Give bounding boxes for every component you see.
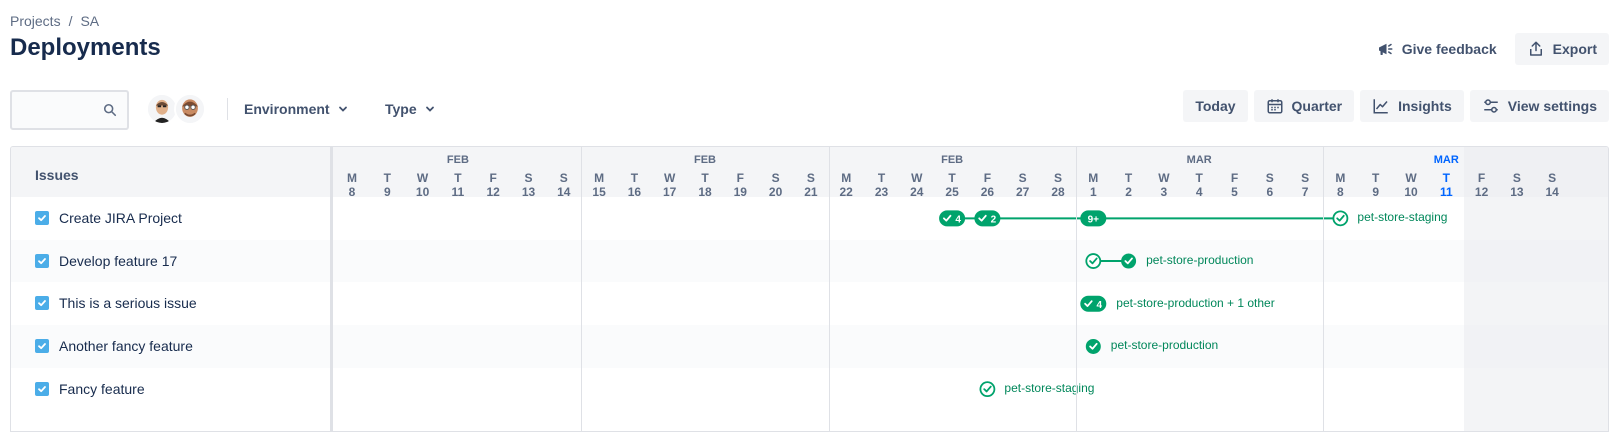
environment-filter-label: Environment <box>244 101 330 117</box>
environment-label[interactable]: pet-store-production <box>1146 253 1253 267</box>
environment-label[interactable]: pet-store-production + 1 other <box>1116 296 1274 310</box>
deployment-group-badge[interactable]: 9+ <box>1080 210 1107 227</box>
sliders-icon <box>1484 99 1498 113</box>
quarter-label: Quarter <box>1291 98 1343 114</box>
type-filter-label: Type <box>385 101 417 117</box>
chart-line-icon <box>1373 99 1388 114</box>
issue-row-content: Another fancy feature <box>35 338 193 354</box>
issues-column-header: Issues <box>35 167 79 183</box>
export-label: Export <box>1552 41 1597 57</box>
task-type-icon <box>35 381 49 396</box>
breadcrumb-separator: / <box>68 13 73 29</box>
issue-row-content: Fancy feature <box>35 381 145 397</box>
task-type-icon <box>35 211 49 225</box>
issues-column: Issues Create JIRA Project Develop featur… <box>11 147 333 431</box>
insights-label: Insights <box>1398 98 1452 114</box>
issue-title[interactable]: Create JIRA Project <box>59 210 182 226</box>
export-button[interactable]: Export <box>1514 33 1609 65</box>
page-actions: Give feedback Export <box>1364 33 1609 65</box>
issue-row[interactable]: This is a serious issue <box>11 282 330 326</box>
issue-row-content: Create JIRA Project <box>35 210 182 226</box>
view-settings-button[interactable]: View settings <box>1469 90 1609 122</box>
environment-label[interactable]: pet-store-staging <box>1004 381 1094 395</box>
calendar-icon <box>1267 99 1283 114</box>
deployment-success-outline-icon[interactable] <box>1332 210 1349 227</box>
issue-row[interactable]: Another fancy feature <box>11 325 330 369</box>
avatar-group <box>146 93 206 125</box>
chevron-down-icon <box>338 106 347 112</box>
toolbar: Environment Type Today Quarter Insights … <box>10 90 1609 130</box>
deployments-timeline-grid: Issues Create JIRA Project Develop featur… <box>10 146 1609 432</box>
page-title: Deployments <box>10 34 161 61</box>
issue-row[interactable]: Fancy feature <box>11 368 330 412</box>
task-type-icon <box>35 253 49 268</box>
deployment-count: 4 <box>955 214 961 225</box>
environment-label[interactable]: pet-store-staging <box>1357 210 1447 224</box>
issue-title[interactable]: Another fancy feature <box>59 338 193 354</box>
deployment-markers: 4 2 9+ 4 <box>939 210 1349 398</box>
issue-row[interactable]: Develop feature 17 <box>11 240 330 284</box>
chevron-down-icon <box>425 106 434 112</box>
breadcrumb-project-link[interactable]: SA <box>80 13 99 29</box>
today-button[interactable]: Today <box>1183 90 1248 122</box>
megaphone-icon <box>1378 43 1393 55</box>
today-label: Today <box>1195 98 1236 114</box>
toolbar-divider <box>227 98 228 120</box>
breadcrumb: Projects / SA <box>10 13 99 29</box>
week-divider <box>1322 147 1324 431</box>
deployment-group-badge[interactable]: 4 <box>939 210 966 227</box>
timeline-area: FEB M 8 T 9 W 10 T 11 F 12 S 13 S 14 FEB M 15 T 16 W 17 T 18 F 19… <box>336 147 1608 431</box>
deployment-count: 4 <box>1097 300 1103 311</box>
environment-label[interactable]: pet-store-production <box>1111 338 1218 352</box>
deployment-success-icon[interactable] <box>1121 253 1137 269</box>
search-input[interactable] <box>10 90 129 130</box>
deployment-count: 2 <box>991 214 997 225</box>
view-settings-label: View settings <box>1507 98 1597 114</box>
deployment-success-icon[interactable] <box>1085 338 1101 354</box>
week-divider <box>828 147 830 431</box>
give-feedback-label: Give feedback <box>1401 41 1497 57</box>
deployment-group-badge[interactable]: 2 <box>974 210 1001 227</box>
deployment-success-outline-icon[interactable] <box>1085 253 1102 269</box>
issue-row-content: This is a serious issue <box>35 295 197 311</box>
issue-title[interactable]: Fancy feature <box>59 381 145 397</box>
search-icon <box>103 103 117 117</box>
issue-title[interactable]: This is a serious issue <box>59 295 197 311</box>
insights-button[interactable]: Insights <box>1360 90 1464 122</box>
task-type-icon <box>35 296 49 311</box>
issue-row[interactable]: Create JIRA Project <box>11 197 330 241</box>
deployment-group-badge[interactable]: 4 <box>1080 295 1107 312</box>
breadcrumb-projects-link[interactable]: Projects <box>10 13 61 29</box>
issue-title[interactable]: Develop feature 17 <box>59 253 177 269</box>
deployment-success-outline-icon[interactable] <box>979 381 996 398</box>
issue-row-content: Develop feature 17 <box>35 253 177 269</box>
task-type-icon <box>35 339 49 354</box>
quarter-button[interactable]: Quarter <box>1253 90 1355 122</box>
week-divider <box>581 147 583 431</box>
give-feedback-button[interactable]: Give feedback <box>1364 33 1509 65</box>
timeline-controls: Today Quarter Insights View settings <box>1183 90 1609 122</box>
deployment-count: 9+ <box>1088 214 1100 225</box>
export-icon <box>1529 41 1542 56</box>
week-divider <box>1075 147 1077 431</box>
environment-filter[interactable]: Environment <box>234 93 358 125</box>
type-filter[interactable]: Type <box>375 93 445 125</box>
avatar[interactable] <box>174 93 206 125</box>
